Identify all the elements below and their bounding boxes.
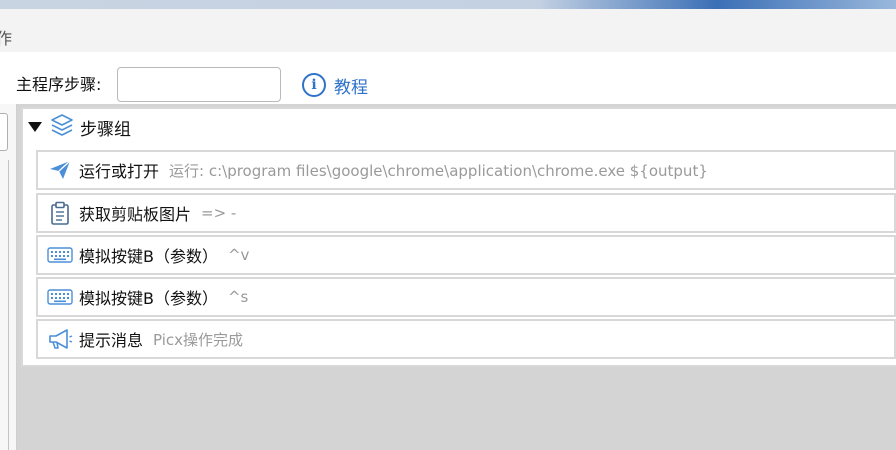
step-row-keypress-save[interactable]: 模拟按键B（参数） ^s: [36, 277, 896, 317]
main-steps-label: 主程序步骤:: [16, 75, 102, 94]
step-name: 获取剪贴板图片: [79, 205, 192, 224]
step-detail: Picx操作完成: [153, 330, 244, 349]
step-row-keypress-paste[interactable]: 模拟按键B（参数） ^v: [36, 235, 896, 275]
send-icon: [47, 157, 73, 183]
step-name: 模拟按键B（参数）: [79, 247, 218, 266]
window-title: 作: [0, 29, 13, 48]
step-name: 提示消息: [79, 331, 144, 350]
megaphone-icon: [47, 326, 73, 352]
expand-triangle-icon[interactable]: [28, 122, 42, 132]
layers-icon: [50, 113, 74, 141]
step-row-run-open[interactable]: 运行或打开 运行: c:\program files\google\chrome…: [36, 150, 896, 190]
main-steps-input[interactable]: [117, 67, 281, 102]
left-panel-field[interactable]: [0, 113, 8, 151]
step-group-title: 步骤组: [80, 119, 131, 140]
step-name: 运行或打开: [79, 162, 160, 181]
step-detail: => -: [201, 204, 237, 222]
tutorial-link[interactable]: i 教程: [302, 72, 368, 98]
clipboard-icon: [47, 200, 73, 226]
left-panel-divider: [8, 160, 9, 450]
step-name: 模拟按键B（参数）: [79, 289, 218, 308]
keyboard-icon: [47, 284, 73, 310]
desktop-strip: [0, 0, 896, 9]
step-group-header[interactable]: 步骤组: [28, 113, 131, 141]
tutorial-label: 教程: [334, 77, 368, 98]
step-detail: 运行: c:\program files\google\chrome\appli…: [169, 161, 708, 180]
step-detail: ^v: [227, 246, 250, 264]
step-row-message[interactable]: 提示消息 Picx操作完成: [36, 319, 896, 359]
keyboard-icon: [47, 242, 73, 268]
app-window: 作 主程序步骤: i 教程 步骤组 运行或打开 运行: c:\program f…: [0, 0, 896, 450]
title-bar: 作: [0, 9, 896, 52]
step-detail: ^s: [227, 288, 249, 306]
step-row-clipboard[interactable]: 获取剪贴板图片 => -: [36, 193, 896, 233]
info-icon: i: [302, 73, 326, 97]
